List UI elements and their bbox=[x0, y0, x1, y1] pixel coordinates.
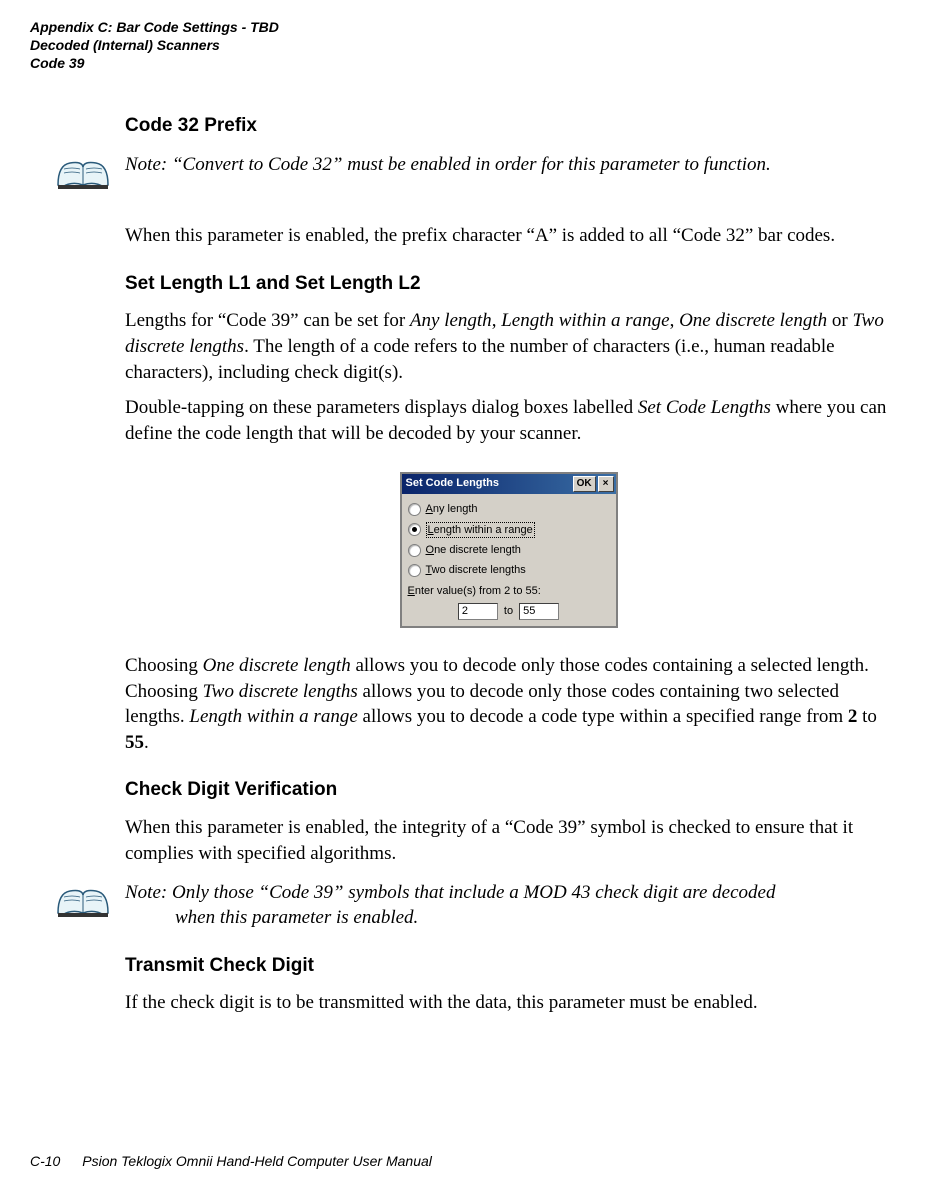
note-2-label: Note: bbox=[125, 882, 167, 903]
set-length-p3: Choosing One discrete length allows you … bbox=[125, 653, 892, 756]
dialog-body: Any length Length within a range One dis… bbox=[402, 494, 616, 626]
dialog-title: Set Code Lengths bbox=[406, 476, 571, 491]
main-content: Code 32 Prefix Note: “Convert to Code 32… bbox=[30, 113, 902, 1016]
range-from-input[interactable] bbox=[458, 603, 498, 620]
page-header: Appendix C: Bar Code Settings - TBD Deco… bbox=[30, 18, 902, 73]
note-2-body-line2: when this parameter is enabled. bbox=[125, 906, 892, 931]
range-inputs: to bbox=[408, 603, 610, 620]
radio-icon bbox=[408, 503, 421, 516]
footer-title: Psion Teklogix Omnii Hand-Held Computer … bbox=[82, 1153, 432, 1169]
range-label: Enter value(s) from 2 to 55: bbox=[408, 584, 610, 599]
radio-length-within-range[interactable]: Length within a range bbox=[408, 522, 610, 539]
note-1-text: Note: “Convert to Code 32” must be enabl… bbox=[125, 153, 892, 178]
radio-icon bbox=[408, 523, 421, 536]
note-2-text: Note: Only those “Code 39” symbols that … bbox=[125, 881, 892, 930]
radio-one-discrete[interactable]: One discrete length bbox=[408, 543, 610, 558]
header-line-1: Appendix C: Bar Code Settings - TBD bbox=[30, 18, 902, 36]
transmit-body: If the check digit is to be transmitted … bbox=[125, 990, 892, 1016]
book-icon bbox=[56, 883, 111, 921]
dialog-figure: Set Code Lengths OK × Any length Length … bbox=[125, 472, 892, 628]
heading-set-length: Set Length L1 and Set Length L2 bbox=[125, 271, 892, 297]
header-line-3: Code 39 bbox=[30, 54, 902, 72]
radio-any-length[interactable]: Any length bbox=[408, 502, 610, 517]
heading-check-digit: Check Digit Verification bbox=[125, 777, 892, 803]
heading-transmit-check: Transmit Check Digit bbox=[125, 953, 892, 979]
note-2-body-line1: Only those “Code 39” symbols that includ… bbox=[172, 882, 776, 903]
heading-code-32-prefix: Code 32 Prefix bbox=[125, 113, 892, 139]
dialog-close-button[interactable]: × bbox=[598, 476, 614, 492]
set-code-lengths-dialog: Set Code Lengths OK × Any length Length … bbox=[400, 472, 618, 628]
note-1-label: Note: bbox=[125, 154, 167, 175]
footer-page-number: C-10 bbox=[30, 1153, 60, 1169]
note-block-2: Note: Only those “Code 39” symbols that … bbox=[125, 881, 892, 930]
radio-icon bbox=[408, 564, 421, 577]
set-length-p2: Double-tapping on these parameters displ… bbox=[125, 395, 892, 446]
note-1-body: “Convert to Code 32” must be enabled in … bbox=[172, 154, 771, 175]
dialog-ok-button[interactable]: OK bbox=[573, 476, 596, 492]
dialog-titlebar: Set Code Lengths OK × bbox=[402, 474, 616, 494]
page-footer: C-10 Psion Teklogix Omnii Hand-Held Comp… bbox=[30, 1152, 432, 1171]
set-length-p1: Lengths for “Code 39” can be set for Any… bbox=[125, 308, 892, 385]
range-to-input[interactable] bbox=[519, 603, 559, 620]
range-to-label: to bbox=[504, 604, 513, 619]
code-32-prefix-body: When this parameter is enabled, the pref… bbox=[125, 223, 892, 249]
check-digit-body: When this parameter is enabled, the inte… bbox=[125, 815, 892, 866]
radio-two-discrete[interactable]: Two discrete lengths bbox=[408, 563, 610, 578]
note-block-1: Note: “Convert to Code 32” must be enabl… bbox=[125, 153, 892, 193]
header-line-2: Decoded (Internal) Scanners bbox=[30, 36, 902, 54]
radio-icon bbox=[408, 544, 421, 557]
book-icon bbox=[56, 155, 111, 193]
